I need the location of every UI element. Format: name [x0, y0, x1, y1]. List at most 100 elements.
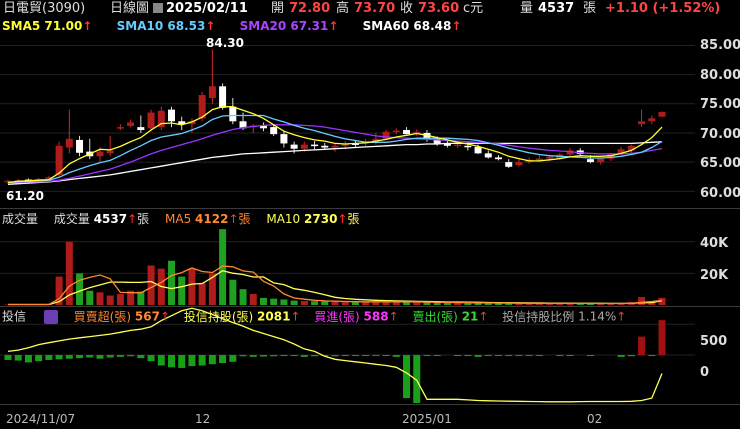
price-tick: 80.00: [700, 68, 740, 83]
inst-net-bar: [106, 355, 114, 358]
inst-net-bar: [127, 355, 135, 357]
inst-tick: 500: [700, 334, 728, 349]
inst-net-bar: [239, 355, 247, 357]
volume-bar: [351, 302, 359, 305]
candle-body: [137, 127, 145, 131]
volume-unit: 張: [583, 1, 597, 16]
candle-body: [464, 145, 472, 148]
inst-net-bar: [311, 355, 319, 357]
candle-body: [474, 146, 482, 154]
calendar-icon[interactable]: [153, 3, 163, 13]
candle-body: [127, 122, 135, 126]
inst-ratio-label: 投信持股比例: [502, 309, 575, 324]
inst-net-bar: [566, 355, 574, 357]
sma10-legend: SMA10 68.53↑: [117, 19, 216, 33]
inst-net-bar: [14, 355, 22, 361]
candle-body: [96, 151, 104, 157]
date-value: 2025/02/11: [166, 1, 248, 16]
candle-body: [106, 150, 114, 154]
inst-panel-title: 投信: [2, 309, 27, 324]
volume-tick: 20K: [700, 268, 729, 283]
currency-label: c元: [463, 1, 484, 16]
volume-bar: [290, 300, 298, 305]
inst-net-bar: [423, 355, 431, 357]
inst-net-bar: [484, 355, 492, 357]
candle-body: [648, 118, 656, 122]
candle-body: [229, 106, 237, 122]
inst-net-bar: [65, 355, 73, 359]
inst-net-bar: [178, 355, 186, 368]
stock-name[interactable]: 日電貿(3090): [3, 2, 85, 15]
vol-ma10-arrow-icon: ↑: [337, 212, 348, 226]
volume-bar: [280, 299, 288, 305]
x-tick: 2024/11/07: [6, 412, 76, 426]
inst-net-bar: [290, 355, 298, 357]
panel-divider[interactable]: [0, 306, 740, 307]
sma20-legend: SMA20 67.31↑: [240, 19, 339, 33]
high-value: 73.70: [354, 1, 396, 16]
sma20-line: [8, 124, 663, 184]
inst-net-label: 買賣超(張): [73, 309, 132, 324]
vol-ma5-value: 4122: [195, 212, 229, 226]
inst-tick: 0: [700, 365, 710, 380]
inst-net-bar: [168, 355, 175, 368]
inst-net-bar: [648, 355, 656, 357]
inst-net-bar: [556, 355, 564, 357]
panel-divider[interactable]: [0, 208, 740, 209]
candle-body: [219, 86, 227, 108]
price-tick: 75.00: [700, 97, 740, 112]
period-label[interactable]: 日線圖: [110, 2, 149, 15]
vol-ma10-unit: 張: [347, 212, 360, 226]
open-value: 72.80: [289, 1, 331, 16]
sma60-line: [7, 141, 663, 185]
candle-body: [515, 162, 523, 166]
inst-net-bar: [586, 355, 594, 357]
candle-body: [546, 156, 554, 159]
min-annotation: 61.20: [6, 189, 44, 203]
inst-legend: 投信 買賣超(張) 567↑ 投信持股(張) 2081↑ 買進(張) 588↑ …: [2, 310, 626, 324]
price-tick: 70.00: [700, 127, 740, 142]
volume-bar: [168, 260, 175, 305]
inst-net-bar: [351, 355, 359, 357]
inst-net-bar: [76, 355, 84, 359]
volume-bar: [331, 301, 339, 305]
inst-net-bar: [45, 355, 53, 360]
inst-sell-arrow-icon: ↑: [478, 309, 489, 324]
sma60-value: 68.48: [413, 19, 452, 33]
volume-legend-unit: 張: [137, 212, 150, 226]
inst-net-bar: [229, 355, 237, 362]
menu-icon[interactable]: [43, 310, 58, 324]
inst-net-bar: [525, 355, 533, 357]
volume-bar: [413, 302, 421, 305]
inst-ratio-value: 1.14%: [578, 309, 617, 324]
vol-ma5-arrow-icon: ↑: [228, 212, 239, 226]
candle-body: [658, 111, 666, 117]
close-value: 73.60: [418, 1, 460, 16]
candle-body: [321, 145, 329, 148]
inst-net-bar: [341, 355, 349, 357]
inst-net-bar: [249, 355, 257, 357]
max-annotation: 84.30: [206, 36, 244, 50]
volume-bar: [137, 291, 145, 305]
sma5-legend: SMA5 71.00↑: [2, 19, 92, 33]
inst-net-bar: [372, 355, 380, 357]
high-label: 高: [336, 1, 350, 16]
inst-net-bar: [198, 355, 206, 366]
volume-tick: 40K: [700, 236, 729, 251]
inst-net-bar: [638, 336, 646, 356]
inst-net-bar: [86, 355, 94, 358]
volume-bar: [638, 297, 646, 305]
inst-buy-value: 588: [363, 309, 389, 324]
volume-panel-title: 成交量: [2, 212, 39, 226]
candle-body: [454, 144, 462, 147]
inst-net-bar: [300, 355, 308, 357]
inst-net-bar: [403, 355, 411, 399]
inst-net-bar: [137, 355, 145, 359]
vol-ma5-line: [8, 265, 663, 306]
panel-divider[interactable]: [0, 404, 740, 405]
inst-hold-arrow-icon: ↑: [290, 309, 301, 324]
candle-body: [311, 144, 319, 147]
vol-ma10-value: 2730: [304, 212, 338, 226]
volume-bar: [198, 282, 206, 305]
volume-bar: [259, 297, 267, 305]
